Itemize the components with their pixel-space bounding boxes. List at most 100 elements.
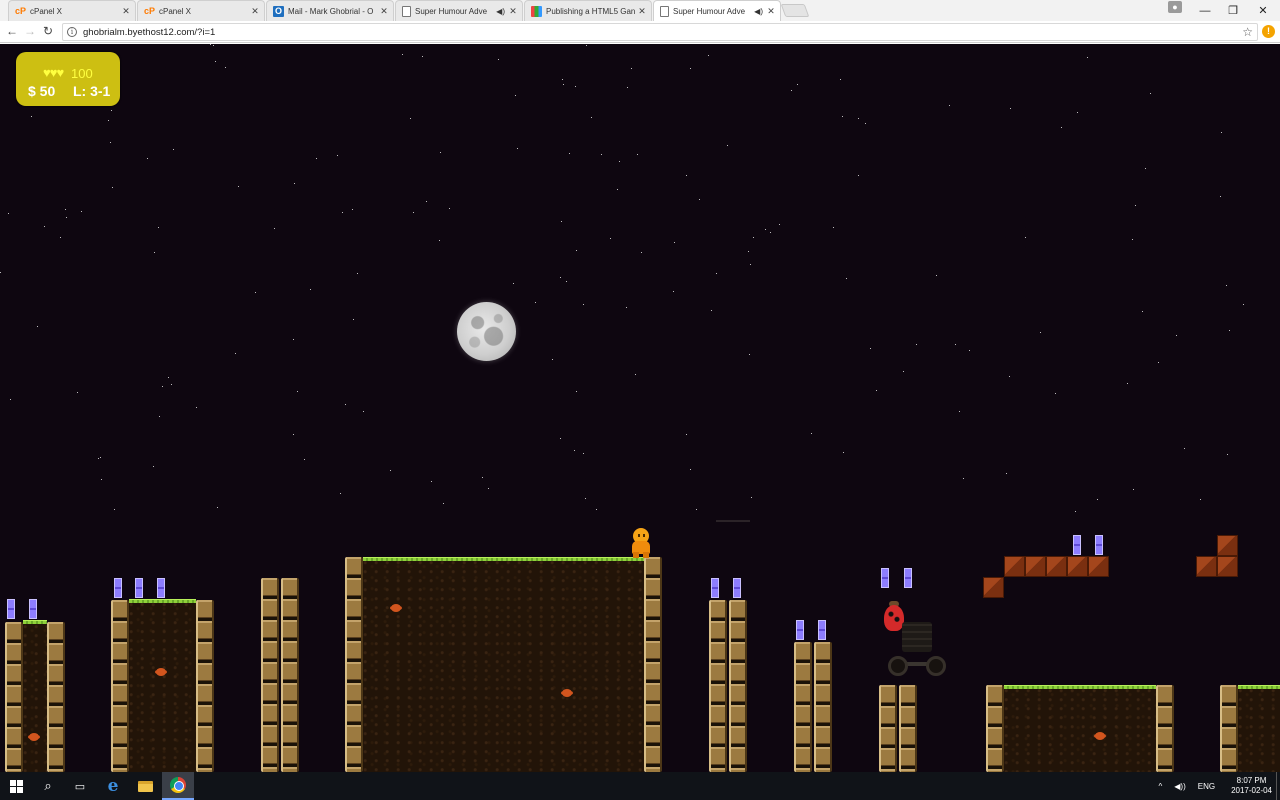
dirt-bug: [29, 733, 39, 741]
stone-pillar: [1220, 685, 1238, 772]
browser-tab-active[interactable]: Super Humour Adve ◀) ✕: [653, 0, 781, 21]
forward-arrow-icon[interactable]: →: [22, 23, 38, 39]
dirt-bug: [391, 604, 401, 612]
new-tab-button[interactable]: [780, 4, 810, 17]
stone-pillar: [111, 600, 129, 772]
chevron-up-icon[interactable]: ^: [1158, 782, 1162, 791]
back-arrow-icon[interactable]: ←: [4, 23, 20, 39]
profile-icon[interactable]: ●: [1168, 1, 1182, 13]
star: [562, 79, 563, 80]
minimize-icon[interactable]: —: [1190, 0, 1220, 21]
star: [560, 438, 561, 439]
address-bar[interactable]: i ghobrialm.byethost12.com/?i=1 ☆: [62, 23, 1258, 41]
star: [631, 68, 632, 69]
star: [635, 374, 636, 375]
star: [535, 302, 536, 303]
page-icon: [402, 5, 411, 17]
tab-title: Super Humour Adve: [673, 6, 746, 16]
windows-icon: [9, 779, 23, 793]
star: [797, 84, 798, 85]
tab-title: Mail - Mark Ghobrial - O: [288, 6, 374, 16]
browser-tab[interactable]: Super Humour Adve ◀) ✕: [395, 0, 523, 21]
star: [779, 224, 780, 225]
star: [846, 278, 847, 279]
money-value: $ 50: [28, 83, 56, 99]
star: [173, 149, 174, 150]
clock[interactable]: 8:07 PM 2017-02-04: [1231, 776, 1272, 796]
dirt-bug: [156, 668, 166, 676]
tab-close-icon[interactable]: ✕: [637, 6, 647, 17]
purple-gem: [733, 578, 741, 598]
star: [210, 44, 211, 45]
star: [112, 187, 113, 188]
browser-tab[interactable]: cP cPanel X ✕: [137, 0, 265, 21]
browser-tab[interactable]: Publishing a HTML5 Gan ✕: [524, 0, 652, 21]
crate-block: [1088, 556, 1109, 577]
dirt-block: [363, 560, 644, 772]
file-explorer-button[interactable]: [129, 772, 161, 800]
search-icon[interactable]: ⌕: [32, 772, 64, 800]
speaker-icon[interactable]: ◀): [496, 7, 505, 16]
url-text[interactable]: ghobrialm.byethost12.com/?i=1: [83, 27, 1242, 38]
star: [159, 416, 160, 417]
tab-close-icon[interactable]: ✕: [508, 6, 518, 17]
task-view-icon[interactable]: ▭: [64, 772, 96, 800]
reload-icon[interactable]: ↻: [40, 23, 56, 39]
window-close-icon[interactable]: ✕: [1248, 0, 1278, 21]
tab-close-icon[interactable]: ✕: [121, 6, 131, 17]
purple-gem: [157, 578, 165, 598]
chrome-button[interactable]: [162, 772, 194, 800]
dirt-block: [1238, 688, 1280, 772]
hearts-icon: ♥♥♥: [43, 65, 64, 80]
floating-platform: [716, 520, 750, 522]
purple-gem: [114, 578, 122, 598]
game-canvas[interactable]: ♥♥♥ 100 $ 50 L: 3-1: [0, 44, 1280, 772]
tab-close-icon[interactable]: ✕: [250, 6, 260, 17]
star: [352, 209, 353, 210]
star: [560, 277, 561, 278]
crate-block: [1046, 556, 1067, 577]
dirt-block: [1004, 688, 1156, 772]
star: [641, 252, 642, 253]
star: [431, 481, 432, 482]
star: [410, 118, 411, 119]
speaker-icon[interactable]: ◀): [754, 7, 763, 16]
star: [617, 189, 618, 190]
dirt-bug: [562, 689, 572, 697]
dirt-block: [129, 602, 196, 772]
browser-tab[interactable]: cP cPanel X ✕: [8, 0, 136, 21]
star: [274, 228, 275, 229]
restore-icon[interactable]: ❐: [1218, 0, 1248, 21]
star: [297, 391, 298, 392]
show-desktop-button[interactable]: [1276, 772, 1280, 800]
browser-tab[interactable]: O Mail - Mark Ghobrial - O ✕: [266, 0, 394, 21]
stone-pillar: [261, 578, 279, 772]
star: [1145, 168, 1146, 169]
player-character: [630, 528, 652, 558]
alert-icon[interactable]: !: [1262, 25, 1275, 38]
edge-icon: e: [107, 776, 119, 796]
purple-gem: [818, 620, 826, 640]
star: [422, 56, 423, 57]
tab-close-icon[interactable]: ✕: [379, 6, 389, 17]
volume-icon[interactable]: ◀)): [1174, 782, 1185, 791]
info-icon[interactable]: i: [67, 27, 77, 37]
star: [1075, 511, 1076, 512]
cannon-enemy: [888, 622, 946, 686]
star: [10, 399, 11, 400]
crate-block: [1025, 556, 1046, 577]
star: [108, 120, 109, 121]
star: [575, 86, 576, 87]
tab-close-icon[interactable]: ✕: [766, 6, 776, 17]
star: [696, 509, 697, 510]
star: [753, 237, 754, 238]
bookmark-star-icon[interactable]: ☆: [1242, 25, 1253, 39]
edge-button[interactable]: e: [97, 772, 129, 800]
stone-pillar: [345, 557, 363, 772]
star: [750, 264, 751, 265]
language-indicator[interactable]: ENG: [1198, 782, 1215, 791]
star: [294, 183, 295, 184]
star: [601, 154, 602, 155]
start-button[interactable]: [0, 772, 32, 800]
star: [770, 232, 771, 233]
